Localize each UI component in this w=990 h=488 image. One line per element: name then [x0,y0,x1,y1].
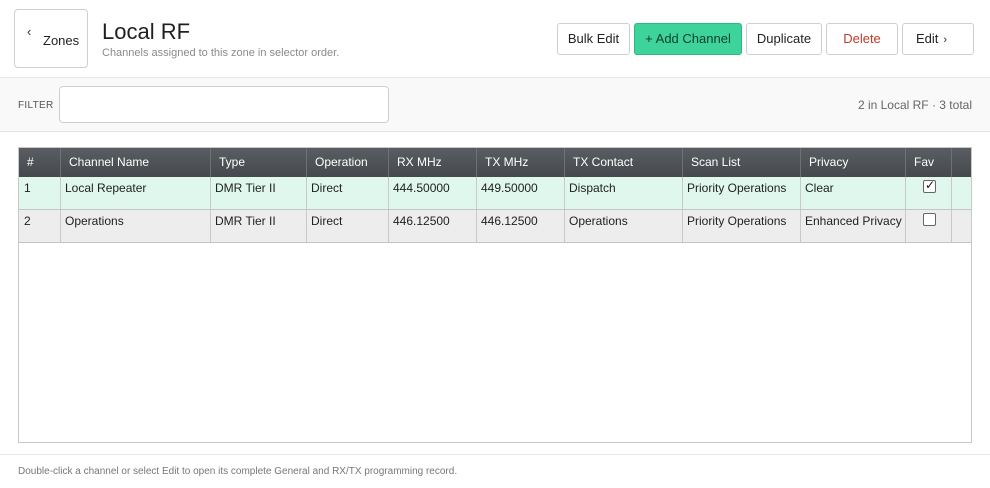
footer-hint-bar: Double-click a channel or select Edit to… [0,454,990,488]
column-header-channel-name[interactable]: Channel Name [61,148,211,177]
table-row[interactable]: 1 Local Repeater DMR Tier II Direct 444.… [19,177,971,210]
cell-channel-name: Local Repeater [61,177,211,209]
cell-operation: Direct [307,177,389,209]
column-header-privacy[interactable]: Privacy [801,148,906,177]
column-header-rx-mhz[interactable]: RX MHz [389,148,477,177]
cell-type: DMR Tier II [211,177,307,209]
cell-fav [906,210,952,242]
cell-spacer [952,210,971,242]
add-channel-button[interactable]: + Add Channel [634,23,742,55]
cell-tx-mhz: 446.12500 [477,210,565,242]
column-header-type[interactable]: Type [211,148,307,177]
table-header: # Channel Name Type Operation RX MHz TX … [19,148,971,177]
page-subtitle: Channels assigned to this zone in select… [102,47,340,59]
cell-privacy: Enhanced Privacy 1 [801,210,906,242]
cell-operation: Direct [307,210,389,242]
column-header-operation[interactable]: Operation [307,148,389,177]
fav-checkbox[interactable] [923,213,936,226]
cell-number: 1 [19,177,61,209]
edit-button[interactable]: Edit › [902,23,974,55]
cell-tx-contact: Dispatch [565,177,683,209]
cell-rx-mhz: 446.12500 [389,210,477,242]
column-header-tx-contact[interactable]: TX Contact [565,148,683,177]
cell-channel-name: Operations [61,210,211,242]
chevron-left-icon: ‹ [27,24,32,39]
delete-button[interactable]: Delete [826,23,898,55]
channel-table: # Channel Name Type Operation RX MHz TX … [18,147,972,443]
cell-rx-mhz: 444.50000 [389,177,477,209]
filter-input[interactable] [59,86,389,123]
page-header: ‹ Zones Local RF Channels assigned to th… [0,0,990,78]
column-header-scan-list[interactable]: Scan List [683,148,801,177]
page-title: Local RF [102,19,191,44]
filter-bar: FILTER 2 in Local RF · 3 total [0,78,990,132]
cell-scan-list: Priority Operations [683,177,801,209]
back-button-label: Zones [43,33,80,48]
edit-button-label: Edit [916,31,939,46]
column-header-fav[interactable]: Fav [906,148,952,177]
cell-spacer [952,177,971,209]
bulk-edit-button[interactable]: Bulk Edit [557,23,630,55]
table-row[interactable]: 2 Operations DMR Tier II Direct 446.1250… [19,210,971,243]
cell-type: DMR Tier II [211,210,307,242]
back-to-zones-button[interactable]: ‹ Zones [14,9,88,68]
cell-scan-list: Priority Operations [683,210,801,242]
cell-tx-mhz: 449.50000 [477,177,565,209]
column-header-tx-mhz[interactable]: TX MHz [477,148,565,177]
column-header-number[interactable]: # [19,148,61,177]
filter-label: FILTER [18,100,54,111]
chevron-right-icon: › [943,34,948,46]
cell-number: 2 [19,210,61,242]
cell-tx-contact: Operations [565,210,683,242]
duplicate-button[interactable]: Duplicate [746,23,822,55]
cell-fav [906,177,952,209]
fav-checkbox[interactable] [923,178,936,193]
footer-hint: Double-click a channel or select Edit to… [18,466,458,477]
channel-count: 2 in Local RF · 3 total [857,98,972,112]
column-header-spacer [952,148,971,177]
cell-privacy: Clear [801,177,906,209]
